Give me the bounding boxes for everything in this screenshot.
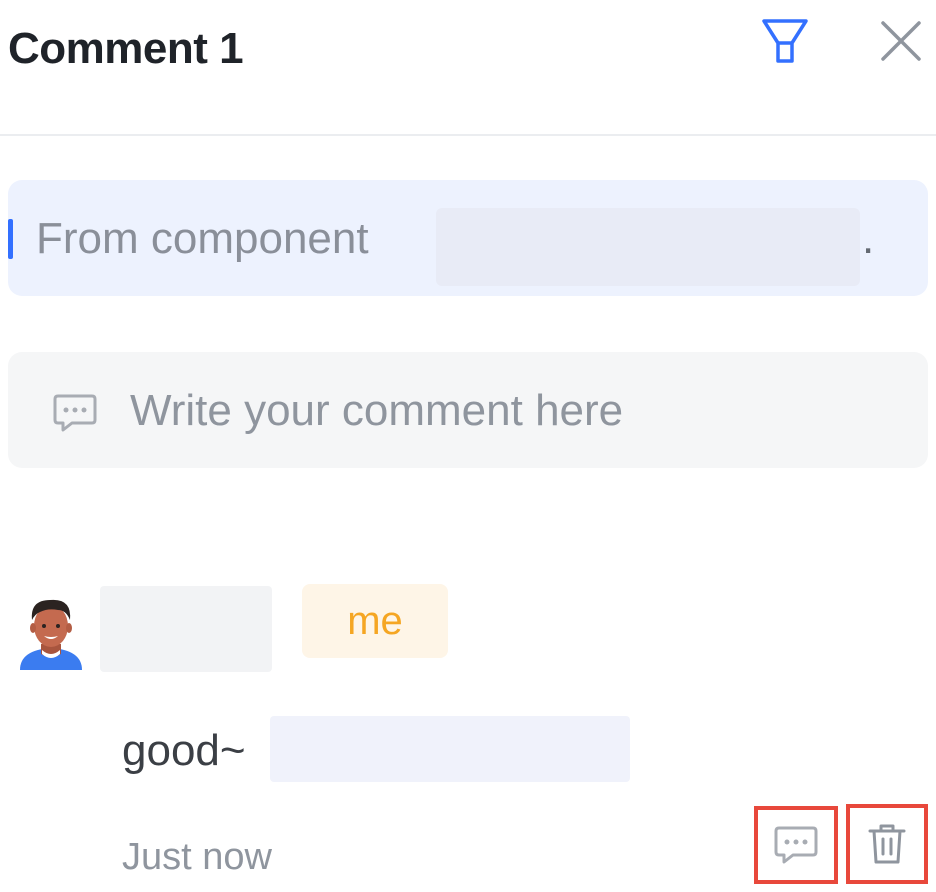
me-badge: me [302,584,448,658]
comment-bubble-icon [52,393,98,433]
filter-funnel-icon [762,19,808,63]
comment-input-placeholder: Write your comment here [130,386,624,435]
filter-button[interactable] [756,14,814,68]
comment-timestamp: Just now [122,836,272,878]
reply-comment-icon [774,826,818,864]
close-x-icon [881,21,921,61]
header-divider [0,134,936,136]
reply-button[interactable] [754,806,838,884]
source-trailing-dot: . [862,214,875,263]
delete-button[interactable] [846,804,928,884]
comment-text: good~ [122,726,246,775]
source-label: From component [36,214,369,263]
trash-icon [868,824,906,864]
avatar[interactable] [18,592,84,670]
redacted-comment-text [270,716,630,782]
close-button[interactable] [872,12,930,70]
panel-title: Comment 1 [8,24,244,73]
redacted-username [100,586,272,672]
redacted-component-name [436,208,860,286]
source-accent-bar [8,219,13,259]
